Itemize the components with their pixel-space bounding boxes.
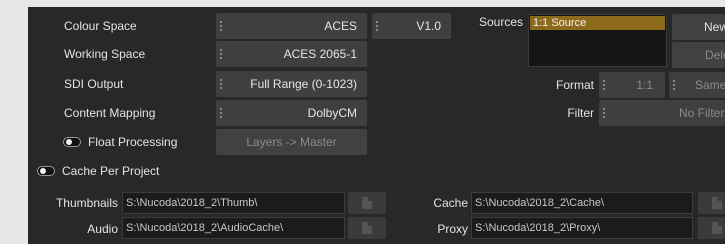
format-mode-select[interactable]: Same	[669, 72, 725, 98]
grip-dots-icon	[220, 78, 222, 90]
grip-dots-icon	[603, 79, 605, 91]
toggle-switch-icon	[66, 139, 72, 145]
document-icon	[362, 197, 372, 209]
content-mapping-value: DolbyCM	[307, 106, 357, 120]
toggle-switch-icon	[40, 168, 46, 174]
new-source-button[interactable]: New	[672, 14, 725, 40]
filter-label: Filter	[567, 106, 594, 120]
float-processing-toggle[interactable]	[63, 137, 81, 147]
thumbnails-label: Thumbnails	[55, 196, 118, 210]
grip-dots-icon	[603, 107, 605, 119]
cache-path-input[interactable]: S:\Nucoda\2018_2\Cache\	[471, 192, 693, 214]
colour-space-value: ACES	[324, 19, 357, 33]
delete-source-button[interactable]: Delete	[672, 42, 725, 68]
sdi-output-value: Full Range (0-1023)	[250, 77, 357, 91]
grip-dots-icon	[220, 20, 222, 32]
colour-space-version-select[interactable]: V1.0	[372, 13, 451, 39]
document-icon	[362, 222, 372, 234]
sources-list[interactable]: 1:1 Source	[528, 14, 667, 67]
cache-per-project-label: Cache Per Project	[62, 164, 160, 178]
colour-space-label: Colour Space	[64, 19, 137, 33]
sdi-output-label: SDI Output	[64, 77, 124, 91]
grip-dots-icon	[673, 79, 675, 91]
format-value: 1:1	[636, 78, 653, 92]
audio-label: Audio	[87, 222, 118, 236]
sources-label: Sources	[479, 15, 524, 29]
format-select[interactable]: 1:1	[599, 72, 665, 98]
proxy-label: Proxy	[437, 222, 468, 236]
cache-label: Cache	[433, 196, 468, 210]
thumbnails-browse-button[interactable]	[348, 192, 386, 214]
content-mapping-label: Content Mapping	[64, 106, 156, 120]
colour-space-select[interactable]: ACES	[216, 13, 367, 39]
format-label: Format	[555, 78, 594, 92]
sdi-output-select[interactable]: Full Range (0-1023)	[216, 71, 367, 97]
document-icon	[712, 222, 722, 234]
thumbnails-path-input[interactable]: S:\Nucoda\2018_2\Thumb\	[122, 192, 345, 214]
cache-browse-button[interactable]	[698, 192, 725, 214]
audio-path-input[interactable]: S:\Nucoda\2018_2\AudioCache\	[122, 217, 345, 239]
list-item[interactable]: 1:1 Source	[530, 16, 665, 30]
content-mapping-select[interactable]: DolbyCM	[216, 100, 367, 126]
colour-space-version-value: V1.0	[416, 19, 441, 33]
grip-dots-icon	[220, 48, 222, 60]
float-processing-label: Float Processing	[88, 135, 178, 149]
working-space-label: Working Space	[64, 47, 146, 61]
filter-select[interactable]: No Filter	[599, 100, 725, 126]
document-icon	[712, 197, 722, 209]
grip-dots-icon	[376, 20, 378, 32]
format-mode-value: Same	[695, 78, 725, 92]
working-space-value: ACES 2065-1	[283, 47, 357, 61]
float-processing-value: Layers -> Master	[246, 135, 337, 149]
proxy-browse-button[interactable]	[698, 217, 725, 239]
grip-dots-icon	[220, 107, 222, 119]
filter-value: No Filter	[679, 106, 725, 120]
cache-per-project-toggle[interactable]	[37, 166, 55, 176]
settings-panel: Colour Space Working Space SDI Output Co…	[28, 7, 725, 244]
float-processing-button[interactable]: Layers -> Master	[216, 129, 367, 155]
proxy-path-input[interactable]: S:\Nucoda\2018_2\Proxy\	[471, 217, 693, 239]
audio-browse-button[interactable]	[348, 217, 386, 239]
working-space-select[interactable]: ACES 2065-1	[216, 41, 367, 67]
